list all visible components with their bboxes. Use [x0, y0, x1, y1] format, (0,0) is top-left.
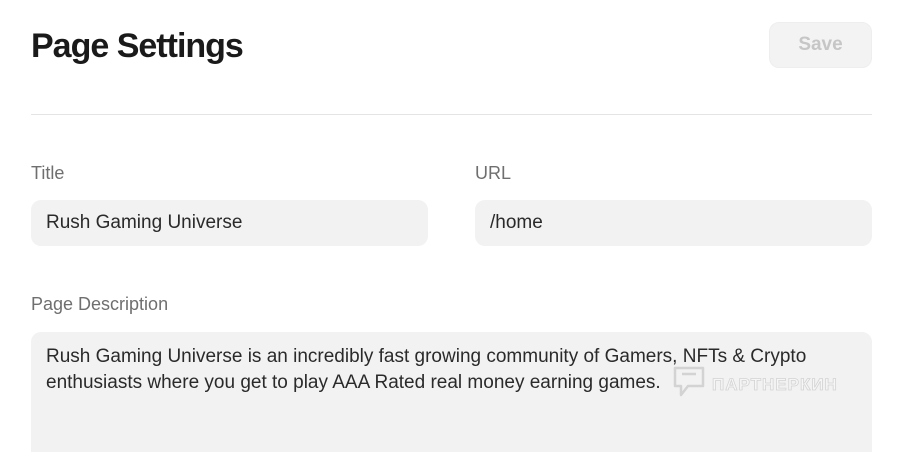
- save-button[interactable]: Save: [769, 22, 872, 68]
- page-title: Page Settings: [31, 27, 244, 65]
- page-settings-panel: Page Settings Save Title Rush Gaming Uni…: [0, 0, 899, 452]
- divider: [31, 114, 872, 115]
- page-description-label: Page Description: [31, 294, 169, 314]
- title-input[interactable]: Rush Gaming Universe: [31, 200, 428, 246]
- page-description-textarea[interactable]: Rush Gaming Universe is an incredibly fa…: [31, 332, 872, 452]
- title-label: Title: [31, 163, 65, 183]
- header: Page Settings Save: [31, 22, 872, 70]
- url-label: URL: [475, 163, 512, 183]
- url-input[interactable]: /home: [475, 200, 872, 246]
